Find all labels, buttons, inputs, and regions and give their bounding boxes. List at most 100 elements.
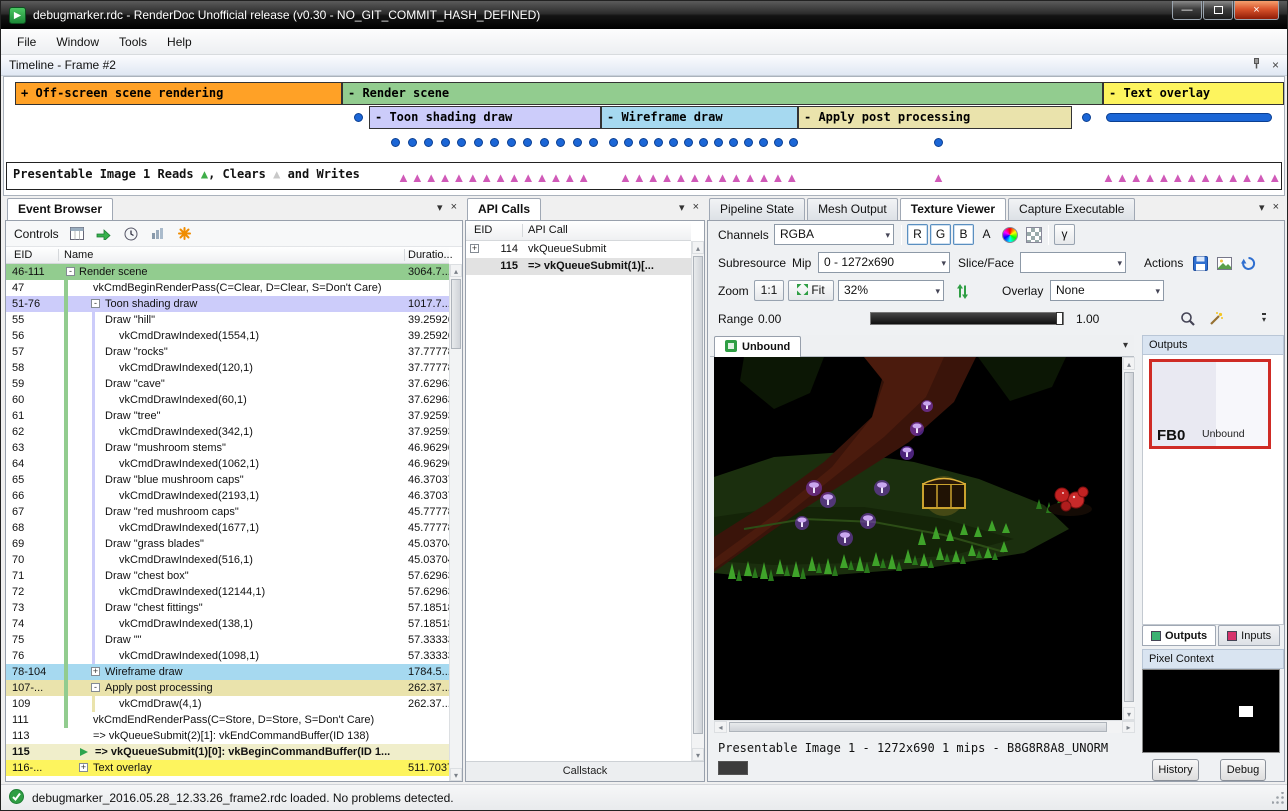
scroll-down-icon[interactable]: ▾ bbox=[692, 748, 704, 761]
mip-select[interactable]: 0 - 1272x690 ▾ bbox=[818, 252, 950, 273]
draw-event-dot[interactable] bbox=[729, 138, 738, 147]
tab-outputs[interactable]: Outputs bbox=[1142, 625, 1216, 646]
flip-y-icon[interactable] bbox=[952, 281, 972, 301]
zoom-1to1-button[interactable]: 1:1 bbox=[754, 280, 784, 301]
fit-button[interactable]: Fit bbox=[788, 280, 834, 301]
timeline-marker-bar[interactable]: + Off-screen scene rendering bbox=[15, 82, 342, 105]
draw-event-dot[interactable] bbox=[354, 113, 363, 122]
event-row[interactable]: 70vkCmdDrawIndexed(516,1)45.03704 bbox=[6, 552, 449, 568]
minimize-button[interactable]: — bbox=[1172, 1, 1202, 20]
event-row[interactable]: 58vkCmdDrawIndexed(120,1)37.77778 bbox=[6, 360, 449, 376]
draw-event-dot[interactable] bbox=[669, 138, 678, 147]
draw-event-dot[interactable] bbox=[474, 138, 483, 147]
refresh-icon[interactable] bbox=[1238, 253, 1258, 273]
draw-events-bar[interactable] bbox=[1106, 113, 1272, 122]
draw-event-dot[interactable] bbox=[573, 138, 582, 147]
event-row[interactable]: 73Draw "chest fittings"57.18518 bbox=[6, 600, 449, 616]
api-call-row[interactable]: 115=> vkQueueSubmit(1)[... bbox=[466, 258, 691, 275]
event-row[interactable]: -51-76Toon shading draw1017.7... bbox=[6, 296, 449, 312]
event-row[interactable]: 115=> vkQueueSubmit(1)[0]: vkBeginComman… bbox=[6, 744, 449, 760]
alpha-channel-button[interactable]: A bbox=[976, 224, 997, 245]
event-row[interactable]: 76vkCmdDrawIndexed(1098,1)57.33333 bbox=[6, 648, 449, 664]
draw-event-dot[interactable] bbox=[523, 138, 532, 147]
tab-texture-viewer[interactable]: Texture Viewer bbox=[900, 198, 1006, 220]
scroll-thumb[interactable] bbox=[451, 279, 461, 349]
blue-channel-button[interactable]: B bbox=[953, 224, 974, 245]
close-icon[interactable]: × bbox=[1272, 58, 1279, 72]
event-row[interactable]: 60vkCmdDrawIndexed(60,1)37.62963 bbox=[6, 392, 449, 408]
tab-inputs[interactable]: Inputs bbox=[1218, 625, 1280, 646]
api-calls-scrollbar[interactable]: ▴ ▾ bbox=[691, 241, 704, 761]
tab-unbound-texture[interactable]: Unbound bbox=[714, 336, 801, 357]
scroll-up-icon[interactable]: ▴ bbox=[1123, 357, 1135, 370]
tab-pipeline-state[interactable]: Pipeline State bbox=[709, 198, 805, 220]
event-browser-scrollbar[interactable]: ▴ ▾ bbox=[449, 264, 462, 781]
slice-face-select[interactable]: ▾ bbox=[1020, 252, 1126, 273]
save-icon[interactable] bbox=[1190, 253, 1210, 273]
draw-event-dot[interactable] bbox=[424, 138, 433, 147]
fb0-thumbnail[interactable]: FB0 Unbound bbox=[1149, 359, 1271, 449]
draw-event-dot[interactable] bbox=[1082, 113, 1091, 122]
chevron-down-icon[interactable]: ▾ bbox=[1259, 201, 1265, 214]
tree-expand-icon[interactable]: - bbox=[91, 299, 100, 308]
event-row[interactable]: 67Draw "red mushroom caps"45.77778 bbox=[6, 504, 449, 520]
event-row[interactable]: 111vkCmdEndRenderPass(C=Store, D=Store, … bbox=[6, 712, 449, 728]
scroll-thumb[interactable] bbox=[1124, 372, 1134, 702]
scroll-up-icon[interactable]: ▴ bbox=[692, 241, 704, 254]
draw-event-dot[interactable] bbox=[507, 138, 516, 147]
timeline-marker-bar[interactable]: - Wireframe draw bbox=[601, 106, 798, 129]
duration-graph-icon[interactable] bbox=[149, 225, 167, 243]
draw-event-dot[interactable] bbox=[609, 138, 618, 147]
chevron-down-icon[interactable]: ▾ bbox=[437, 201, 443, 214]
event-row[interactable]: 71Draw "chest box"57.62963 bbox=[6, 568, 449, 584]
event-row[interactable]: 65Draw "blue mushroom caps"46.37037 bbox=[6, 472, 449, 488]
close-icon[interactable]: × bbox=[693, 201, 699, 214]
event-row[interactable]: 61Draw "tree"37.92593 bbox=[6, 408, 449, 424]
color-wheel-icon[interactable] bbox=[1000, 225, 1020, 245]
texture-display[interactable] bbox=[714, 357, 1122, 720]
draw-event-dot[interactable] bbox=[556, 138, 565, 147]
event-row[interactable]: -46-111Render scene3064.7... bbox=[6, 264, 449, 280]
checkerboard-icon[interactable] bbox=[1024, 225, 1044, 245]
red-channel-button[interactable]: R bbox=[907, 224, 928, 245]
maximize-button[interactable] bbox=[1203, 1, 1233, 20]
scroll-right-icon[interactable]: ▸ bbox=[1122, 721, 1135, 733]
event-row[interactable]: +116-...Text overlay511.7037 bbox=[6, 760, 449, 776]
menu-window[interactable]: Window bbox=[46, 31, 109, 53]
draw-event-dot[interactable] bbox=[654, 138, 663, 147]
menu-help[interactable]: Help bbox=[157, 31, 202, 53]
tab-event-browser[interactable]: Event Browser bbox=[7, 198, 113, 220]
draw-event-dot[interactable] bbox=[624, 138, 633, 147]
channels-select[interactable]: RGBA ▾ bbox=[774, 224, 894, 245]
pixel-context-display[interactable] bbox=[1142, 669, 1280, 753]
toolbar-overflow-icon[interactable]: ▾ bbox=[1262, 313, 1266, 324]
zoom-select[interactable]: 32% ▾ bbox=[838, 280, 944, 301]
event-row[interactable]: 47vkCmdBeginRenderPass(C=Clear, D=Clear,… bbox=[6, 280, 449, 296]
draw-event-dot[interactable] bbox=[540, 138, 549, 147]
event-row[interactable]: -107-...Apply post processing262.37... bbox=[6, 680, 449, 696]
menu-tools[interactable]: Tools bbox=[109, 31, 157, 53]
timeline-marker-bar[interactable]: - Text overlay bbox=[1103, 82, 1284, 105]
event-row[interactable]: 109vkCmdDraw(4,1)262.37... bbox=[6, 696, 449, 712]
timeline-marker-bar[interactable]: - Apply post processing bbox=[798, 106, 1072, 129]
tab-mesh-output[interactable]: Mesh Output bbox=[807, 198, 898, 220]
timeline-marker-bar[interactable]: - Render scene bbox=[342, 82, 1103, 105]
event-row[interactable]: 63Draw "mushroom stems"46.96296 bbox=[6, 440, 449, 456]
draw-event-dot[interactable] bbox=[639, 138, 648, 147]
draw-event-dot[interactable] bbox=[490, 138, 499, 147]
draw-event-dot[interactable] bbox=[684, 138, 693, 147]
event-row[interactable]: 72vkCmdDrawIndexed(12144,1)57.62963 bbox=[6, 584, 449, 600]
draw-event-dot[interactable] bbox=[744, 138, 753, 147]
event-row[interactable]: 74vkCmdDrawIndexed(138,1)57.18518 bbox=[6, 616, 449, 632]
time-durations-icon[interactable] bbox=[122, 225, 140, 243]
green-channel-button[interactable]: G bbox=[930, 224, 951, 245]
wand-icon[interactable] bbox=[1206, 309, 1226, 329]
draw-event-dot[interactable] bbox=[789, 138, 798, 147]
event-row[interactable]: 55Draw "hill"39.25926 bbox=[6, 312, 449, 328]
draw-event-dot[interactable] bbox=[714, 138, 723, 147]
tab-api-calls[interactable]: API Calls bbox=[467, 198, 541, 220]
draw-event-dot[interactable] bbox=[699, 138, 708, 147]
scroll-down-icon[interactable]: ▾ bbox=[1123, 707, 1135, 720]
event-row[interactable]: 64vkCmdDrawIndexed(1062,1)46.96296 bbox=[6, 456, 449, 472]
close-icon[interactable]: × bbox=[451, 201, 457, 214]
